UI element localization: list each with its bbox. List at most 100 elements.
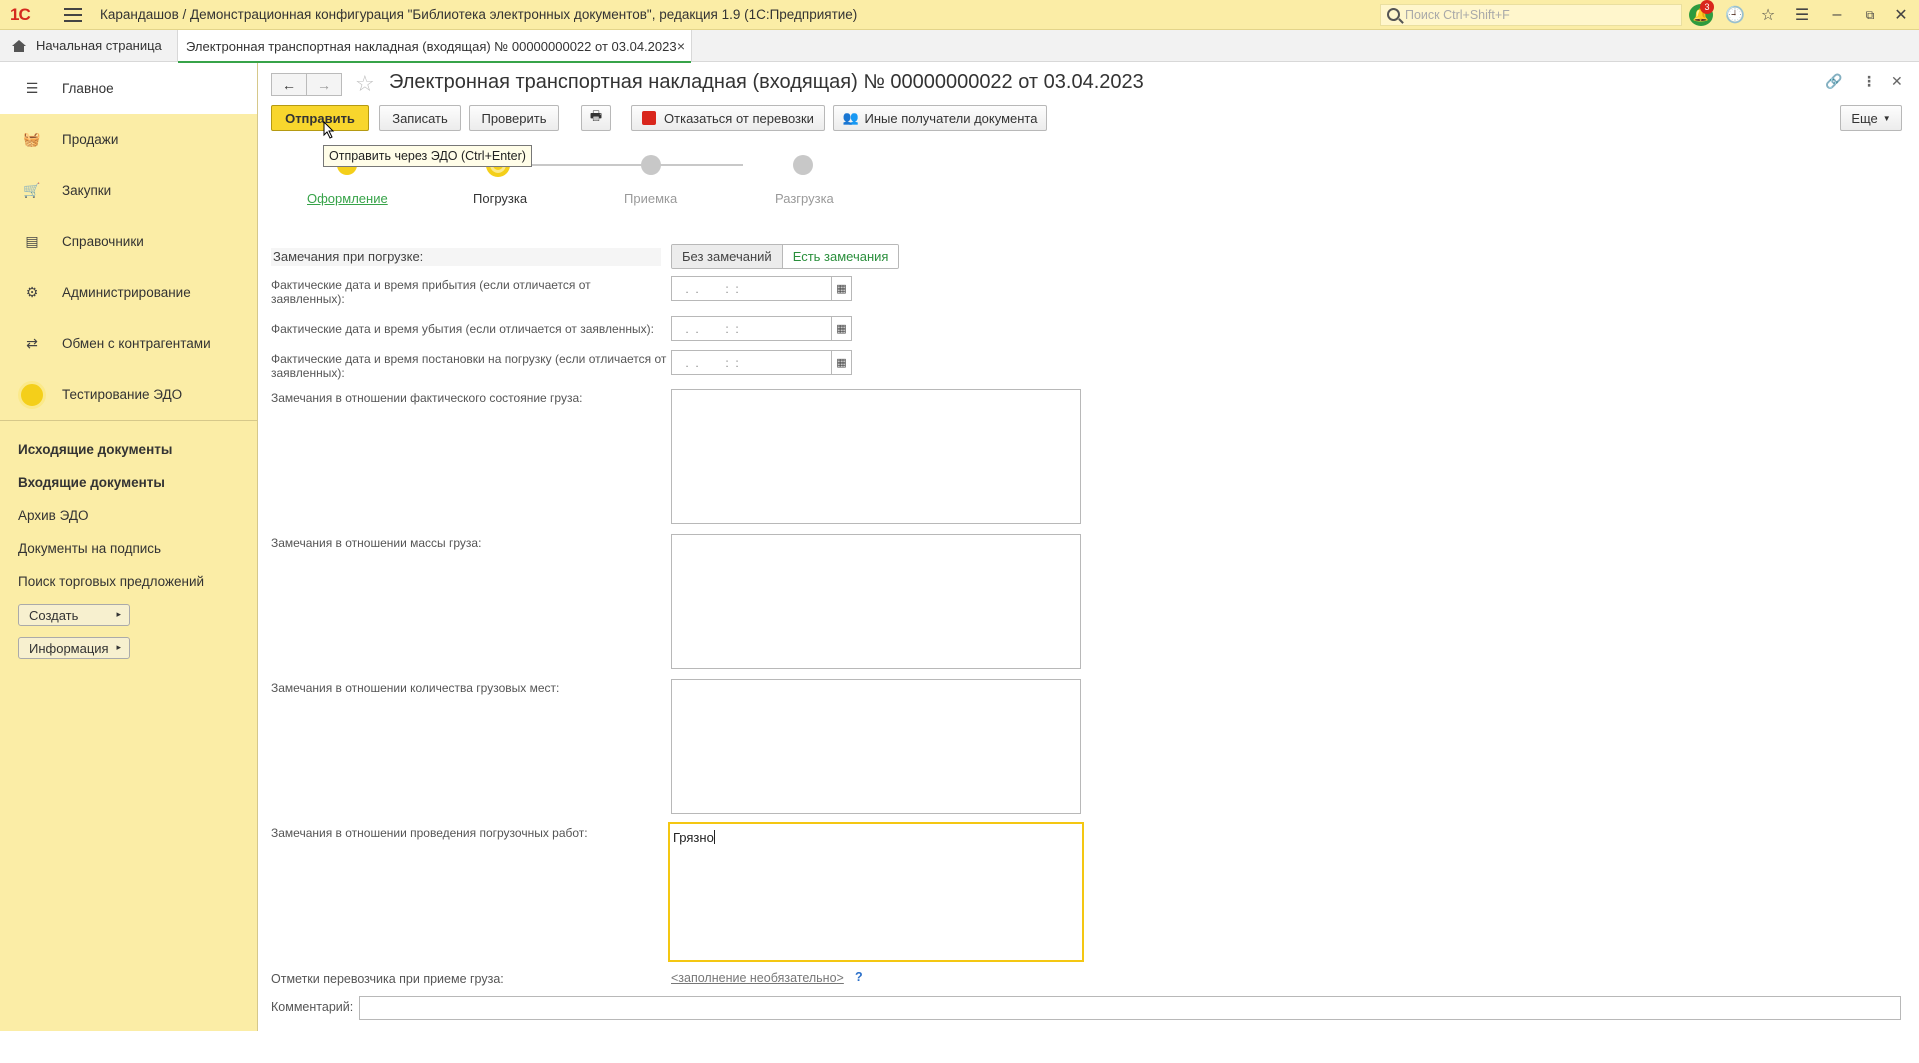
history-icon[interactable]: 🕘 — [1724, 5, 1746, 25]
info-button[interactable]: Информация ▸ — [18, 637, 130, 659]
cargo-places-textarea[interactable] — [671, 679, 1081, 814]
step-registration-link[interactable]: Оформление — [307, 191, 388, 206]
refuse-transport-button[interactable]: Отказаться от перевозки — [631, 105, 825, 131]
restore-window-icon[interactable]: ⧉ — [1859, 5, 1881, 25]
tab-home[interactable]: Начальная страница — [0, 30, 162, 61]
book-icon: ▤ — [25, 233, 39, 249]
loading-works-text: Грязно — [673, 830, 714, 845]
close-form-icon[interactable]: ✕ — [1891, 73, 1903, 90]
remarks-toggle[interactable]: Без замечаний Есть замечания — [671, 244, 900, 269]
main-menu-icon[interactable] — [64, 7, 82, 22]
sidebar-item-label: Справочники — [62, 234, 144, 249]
refuse-icon — [642, 111, 657, 125]
search-icon — [1387, 8, 1400, 21]
close-window-icon[interactable]: ✕ — [1890, 5, 1912, 25]
mouse-cursor-icon — [323, 121, 335, 139]
link-icon[interactable]: 🔗 — [1825, 73, 1842, 90]
favorites-star-icon[interactable]: ☆ — [1757, 5, 1779, 25]
back-button[interactable]: ← — [271, 73, 307, 96]
people-icon: 👥 — [842, 110, 859, 125]
sidebar-item-label: Продажи — [62, 132, 119, 147]
loading-works-label: Замечания в отношении проведения погрузо… — [271, 826, 588, 840]
send-button[interactable]: Отправить — [271, 105, 369, 131]
step-dot-acceptance — [641, 155, 661, 175]
cargo-state-label: Замечания в отношении фактического состо… — [271, 391, 583, 405]
sidebar-item-sales[interactable]: 🧺 Продажи — [0, 114, 257, 165]
page-title: Электронная транспортная накладная (вход… — [389, 71, 1144, 93]
loading-works-textarea[interactable]: Грязно — [668, 822, 1084, 962]
sidebar: ☰ Главное 🧺 Продажи 🛒 Закупки ▤ Справочн… — [0, 63, 258, 1031]
sidebar-divider — [0, 420, 257, 421]
circle-icon — [18, 380, 46, 409]
loading-start-date-field[interactable]: . . : : ▦ — [671, 350, 852, 375]
tab-bar: Начальная страница Электронная транспорт… — [0, 30, 1919, 63]
create-button-label: Создать — [29, 607, 79, 623]
search-input[interactable]: Поиск Ctrl+Shift+F — [1380, 4, 1682, 26]
menu-icon: ☰ — [25, 80, 39, 96]
arrival-date-mask: . . : : — [682, 281, 739, 296]
step-loading-label: Погрузка — [473, 191, 528, 206]
sidebar-item-edo-testing[interactable]: Тестирование ЭДО — [0, 369, 257, 420]
1c-logo: 1С — [10, 4, 31, 24]
minimize-icon[interactable]: – — [1826, 5, 1848, 25]
close-tab-icon[interactable]: × — [677, 38, 685, 54]
title-bar: 1С Карандашов / Демонстрационная конфигу… — [0, 0, 1919, 30]
app-title: Карандашов / Демонстрационная конфигурац… — [100, 7, 858, 22]
notification-count-badge: 3 — [1700, 0, 1714, 14]
step-dot-unloading — [793, 155, 813, 175]
no-remarks-option[interactable]: Без замечаний — [672, 245, 783, 268]
chevron-down-icon: ▼ — [1882, 113, 1891, 123]
departure-date-field[interactable]: . . : : ▦ — [671, 316, 852, 341]
create-button[interactable]: Создать ▸ — [18, 604, 130, 626]
print-button[interactable]: 🖶 — [581, 105, 611, 131]
forward-button[interactable]: → — [306, 73, 342, 96]
loading-start-date-mask: . . : : — [682, 355, 739, 370]
tab-home-label: Начальная страница — [36, 38, 162, 53]
settings-list-icon[interactable]: ☰ — [1791, 5, 1813, 25]
more-button[interactable]: Еще ▼ — [1840, 105, 1902, 131]
sidebar-item-label: Тестирование ЭДО — [62, 387, 183, 402]
chevron-right-icon: ▸ — [116, 642, 121, 652]
more-vertical-icon[interactable]: ⋮ — [1862, 73, 1876, 90]
arrival-label: Фактические дата и время прибытия (если … — [271, 278, 591, 306]
sidebar-link-to-sign[interactable]: Документы на подпись — [18, 541, 161, 556]
cargo-mass-label: Замечания в отношении массы груза: — [271, 536, 482, 550]
departure-date-mask: . . : : — [682, 321, 739, 336]
loading-start-label: Фактические дата и время постановки на п… — [271, 352, 667, 380]
sidebar-item-main[interactable]: ☰ Главное — [0, 63, 257, 114]
help-icon[interactable]: ? — [855, 970, 863, 984]
cargo-mass-textarea[interactable] — [671, 534, 1081, 669]
tab-document[interactable]: Электронная транспортная накладная (вход… — [177, 30, 692, 63]
search-placeholder: Поиск Ctrl+Shift+F — [1405, 8, 1510, 22]
cart-icon: 🛒 — [23, 182, 41, 198]
departure-label: Фактические дата и время убытия (если от… — [271, 322, 654, 336]
other-recipients-button[interactable]: 👥 Иные получатели документа — [833, 105, 1047, 131]
sidebar-item-catalogs[interactable]: ▤ Справочники — [0, 216, 257, 267]
sidebar-item-exchange[interactable]: ⇄ Обмен с контрагентами — [0, 318, 257, 369]
has-remarks-option[interactable]: Есть замечания — [782, 245, 899, 268]
calendar-icon[interactable]: ▦ — [831, 317, 851, 340]
sidebar-link-outgoing[interactable]: Исходящие документы — [18, 442, 172, 457]
favorite-star-icon[interactable]: ☆ — [355, 71, 375, 97]
basket-icon: 🧺 — [23, 131, 41, 147]
comment-label: Комментарий: — [271, 1000, 354, 1014]
sidebar-link-incoming[interactable]: Входящие документы — [18, 475, 165, 490]
gear-icon: ⚙ — [25, 284, 39, 300]
chevron-right-icon: ▸ — [116, 609, 121, 619]
sidebar-item-purchases[interactable]: 🛒 Закупки — [0, 165, 257, 216]
sidebar-link-trade-offers[interactable]: Поиск торговых предложений — [18, 574, 204, 589]
arrival-date-field[interactable]: . . : : ▦ — [671, 276, 852, 301]
calendar-icon[interactable]: ▦ — [831, 351, 851, 374]
home-icon — [12, 39, 26, 52]
sidebar-item-label: Главное — [62, 81, 114, 96]
sidebar-link-archive[interactable]: Архив ЭДО — [18, 508, 88, 523]
sidebar-item-administration[interactable]: ⚙ Администрирование — [0, 267, 257, 318]
save-button[interactable]: Записать — [379, 105, 461, 131]
cargo-state-textarea[interactable] — [671, 389, 1081, 524]
printer-icon: 🖶 — [589, 108, 603, 123]
comment-input[interactable] — [359, 996, 1901, 1020]
calendar-icon[interactable]: ▦ — [831, 277, 851, 300]
sidebar-item-label: Администрирование — [62, 285, 191, 300]
carrier-marks-link[interactable]: <заполнение необязательно> — [671, 971, 844, 985]
check-button[interactable]: Проверить — [469, 105, 559, 131]
